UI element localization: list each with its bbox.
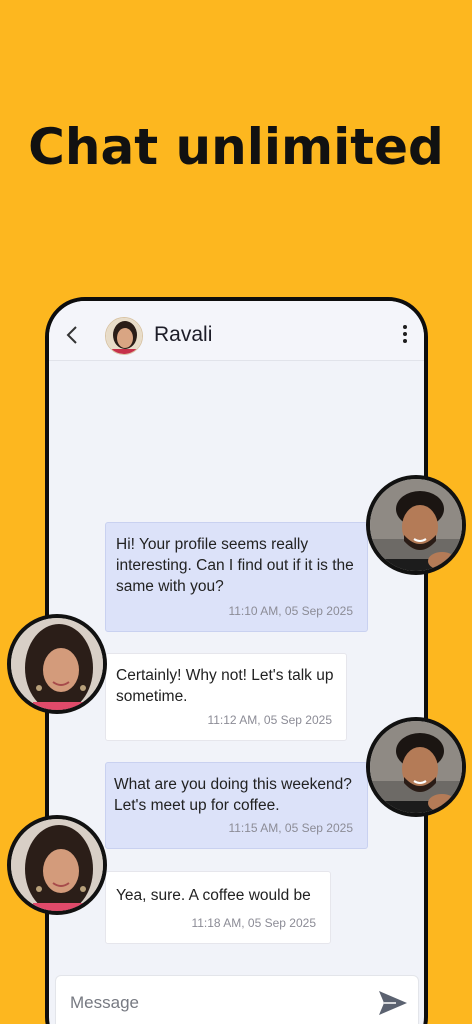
message-bubble: Yea, sure. A coffee would be 11:18 AM, 0… bbox=[105, 871, 331, 944]
message-text: Yea, sure. A coffee would be bbox=[116, 887, 311, 904]
message-timestamp: 11:18 AM, 05 Sep 2025 bbox=[191, 916, 316, 930]
message-bubble: Hi! Your profile seems really interestin… bbox=[105, 522, 368, 632]
female-avatar bbox=[7, 614, 107, 714]
message-composer bbox=[55, 975, 419, 1024]
message-timestamp: 11:12 AM, 05 Sep 2025 bbox=[207, 713, 332, 727]
avatar[interactable] bbox=[105, 317, 143, 355]
message-input[interactable] bbox=[70, 990, 360, 1016]
send-icon[interactable] bbox=[376, 988, 410, 1018]
message-timestamp: 11:10 AM, 05 Sep 2025 bbox=[228, 604, 353, 618]
male-avatar bbox=[366, 475, 466, 575]
message-bubble: What are you doing this weekend? Let's m… bbox=[105, 762, 368, 849]
chevron-left-icon[interactable] bbox=[65, 325, 79, 345]
female-avatar bbox=[7, 815, 107, 915]
message-timestamp: 11:15 AM, 05 Sep 2025 bbox=[228, 821, 353, 835]
chat-header: Ravali bbox=[49, 301, 424, 361]
headline: Chat unlimited bbox=[28, 118, 444, 176]
message-bubble: Certainly! Why not! Let's talk up someti… bbox=[105, 653, 347, 741]
message-text: What are you doing this weekend? Let's m… bbox=[114, 776, 352, 814]
male-avatar bbox=[366, 717, 466, 817]
contact-name[interactable]: Ravali bbox=[154, 323, 212, 347]
message-text: Hi! Your profile seems really interestin… bbox=[116, 536, 354, 595]
message-text: Certainly! Why not! Let's talk up someti… bbox=[116, 667, 334, 705]
more-vertical-icon[interactable] bbox=[400, 325, 410, 347]
